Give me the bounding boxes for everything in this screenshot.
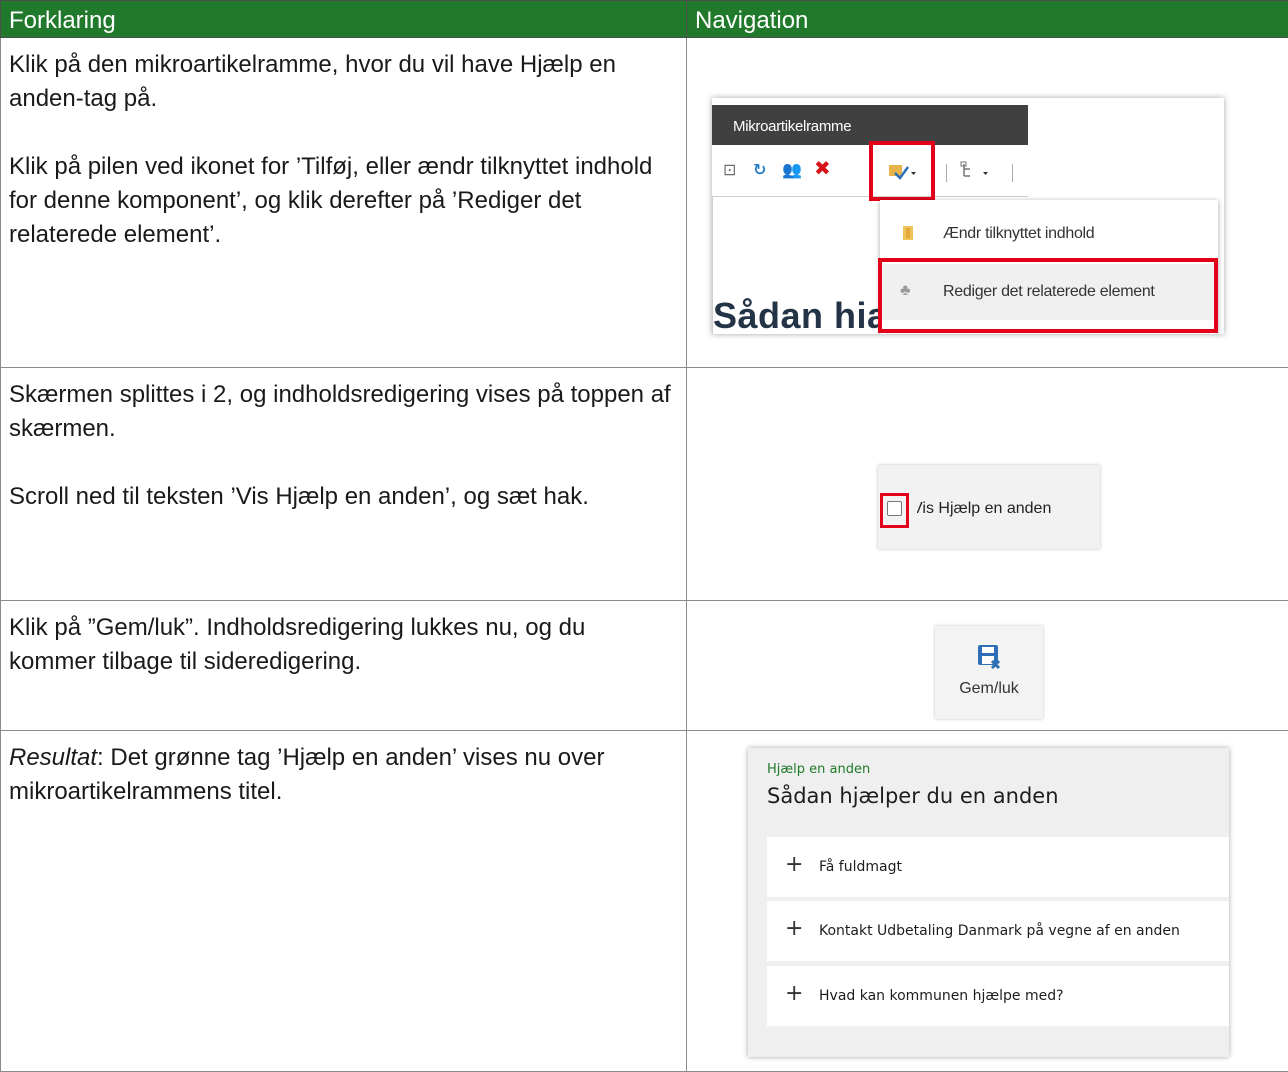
result-text: : Det grønne tag ’Hjælp en anden’ vises … [9, 744, 604, 805]
step-3-navigation: Gem/luk [687, 601, 1288, 731]
microarticle-toolbar-screenshot: Mikroartikelramme ⊡ ↻ 👥 ✖ [712, 98, 1224, 334]
tree-icon[interactable] [960, 161, 994, 185]
plus-icon: + [785, 854, 803, 876]
instruction-table: Forklaring Navigation Klik på den mikroa… [0, 0, 1288, 1072]
header-forklaring: Forklaring [1, 1, 687, 38]
save-close-label: Gem/luk [935, 680, 1043, 698]
highlight-menu-item [878, 258, 1218, 333]
accordion-label: Kontakt Udbetaling Danmark på vegne af e… [819, 923, 1180, 939]
step-1-navigation: Mikroartikelramme ⊡ ↻ 👥 ✖ [687, 38, 1288, 368]
save-close-icon [977, 644, 1001, 670]
step-4-text: Resultat: Det grønne tag ’Hjælp en anden… [1, 731, 687, 1072]
accordion-label: Få fuldmagt [819, 859, 902, 875]
menu-item-change-content[interactable]: Ændr tilknyttet indhold [880, 206, 1218, 262]
save-close-screenshot[interactable]: Gem/luk [935, 626, 1043, 719]
result-card-screenshot: Hjælp en anden Sådan hjælper du en anden… [748, 748, 1229, 1057]
card-title: Sådan hjælper du en anden [767, 784, 1059, 808]
step-1-paragraph-2: Klik på pilen ved ikonet for ’Tilføj, el… [9, 150, 678, 252]
highlight-toolbar-button [869, 141, 935, 201]
step-2-text: Skærmen splittes i 2, og indholdsrediger… [1, 368, 687, 601]
content-icon [902, 225, 914, 245]
plus-icon: + [785, 983, 803, 1005]
toolbar-separator [946, 164, 947, 182]
step-2-navigation: Vis Hjælp en anden [687, 368, 1288, 601]
move-icon[interactable]: ⊡ [723, 163, 736, 179]
step-1-paragraph-1: Klik på den mikroartikelramme, hvor du v… [9, 48, 678, 116]
accordion-item[interactable]: + Få fuldmagt [767, 837, 1229, 897]
checkbox-screenshot: Vis Hjælp en anden [878, 465, 1100, 549]
checkbox-label: Vis Hjælp en anden [912, 500, 1051, 518]
delete-icon[interactable]: ✖ [814, 161, 831, 177]
menu-item-label: Ændr tilknyttet indhold [943, 225, 1094, 243]
step-3-paragraph-1: Klik på ”Gem/luk”. Indholdsredigering lu… [9, 611, 678, 679]
plus-icon: + [785, 918, 803, 940]
header-navigation: Navigation [687, 1, 1288, 38]
page-heading-fragment: Sådan hia [713, 295, 888, 334]
step-2-paragraph-2: Scroll ned til teksten ’Vis Hjælp en and… [9, 480, 678, 514]
accordion-label: Hvad kan kommunen hjælpe med? [819, 988, 1064, 1004]
step-2-paragraph-1: Skærmen splittes i 2, og indholdsrediger… [9, 378, 678, 446]
toolbar-separator [1012, 164, 1013, 182]
accordion-item[interactable]: + Hvad kan kommunen hjælpe med? [767, 966, 1229, 1026]
result-label: Resultat [9, 744, 97, 771]
step-1-text: Klik på den mikroartikelramme, hvor du v… [1, 38, 687, 368]
highlight-checkbox [880, 493, 909, 528]
users-icon[interactable]: 👥 [782, 163, 802, 179]
result-paragraph: Resultat: Det grønne tag ’Hjælp en anden… [9, 741, 678, 809]
help-another-tag: Hjælp en anden [767, 762, 870, 777]
step-4-navigation: Hjælp en anden Sådan hjælper du en anden… [687, 731, 1288, 1072]
panel-title: Mikroartikelramme [712, 105, 1028, 145]
label-overlap [908, 498, 917, 520]
step-3-text: Klik på ”Gem/luk”. Indholdsredigering lu… [1, 601, 687, 731]
refresh-icon[interactable]: ↻ [753, 163, 766, 179]
accordion-item[interactable]: + Kontakt Udbetaling Danmark på vegne af… [767, 901, 1229, 961]
